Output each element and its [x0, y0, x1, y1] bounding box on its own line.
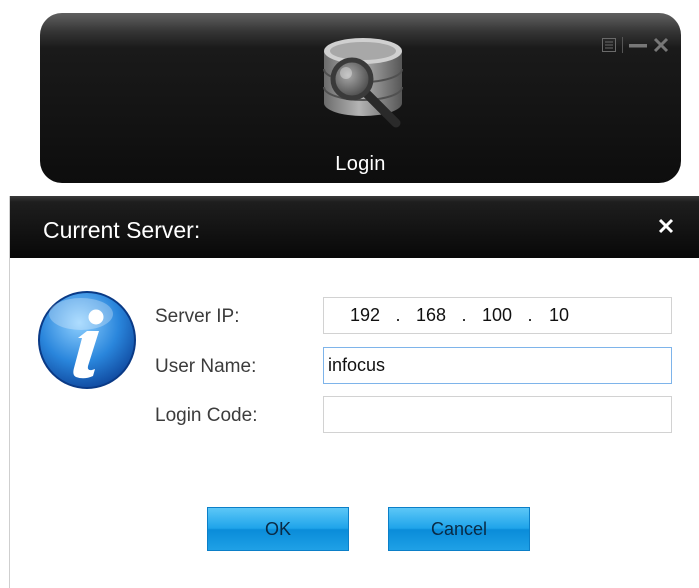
ok-button[interactable]: OK: [207, 507, 349, 551]
ip-dot: .: [527, 305, 533, 325]
user-name-label: User Name:: [155, 356, 257, 377]
close-icon[interactable]: [653, 37, 669, 53]
server-dialog: Current Server: Server IP: 192 . 168 . 1…: [9, 196, 699, 588]
window-controls: [602, 37, 669, 53]
server-ip-input[interactable]: 192 . 168 . 100 . 10: [323, 297, 672, 334]
login-panel: Login: [40, 13, 681, 183]
database-search-icon: [323, 38, 403, 128]
screen: Login Current Server: Server IP: 192 . 1…: [0, 0, 699, 588]
ip-dot: .: [461, 305, 467, 325]
cancel-button[interactable]: Cancel: [388, 507, 530, 551]
close-icon[interactable]: [658, 218, 674, 234]
login-code-input[interactable]: [323, 396, 672, 433]
login-caption: Login: [335, 153, 386, 175]
ip-octet-4[interactable]: 10: [544, 305, 574, 326]
ip-octet-1[interactable]: 192: [346, 305, 384, 326]
user-name-input[interactable]: [323, 347, 672, 384]
dialog-title-bar: Current Server:: [10, 196, 699, 258]
minimize-icon[interactable]: [629, 38, 647, 52]
info-icon: [38, 291, 136, 389]
login-code-label: Login Code:: [155, 405, 258, 426]
dialog-title: Current Server:: [43, 217, 201, 243]
server-ip-label: Server IP:: [155, 306, 240, 327]
ip-dot: .: [395, 305, 401, 325]
ip-octet-2[interactable]: 168: [412, 305, 450, 326]
menu-list-icon[interactable]: [602, 38, 616, 52]
ip-octet-3[interactable]: 100: [478, 305, 516, 326]
controls-divider: [622, 37, 623, 53]
